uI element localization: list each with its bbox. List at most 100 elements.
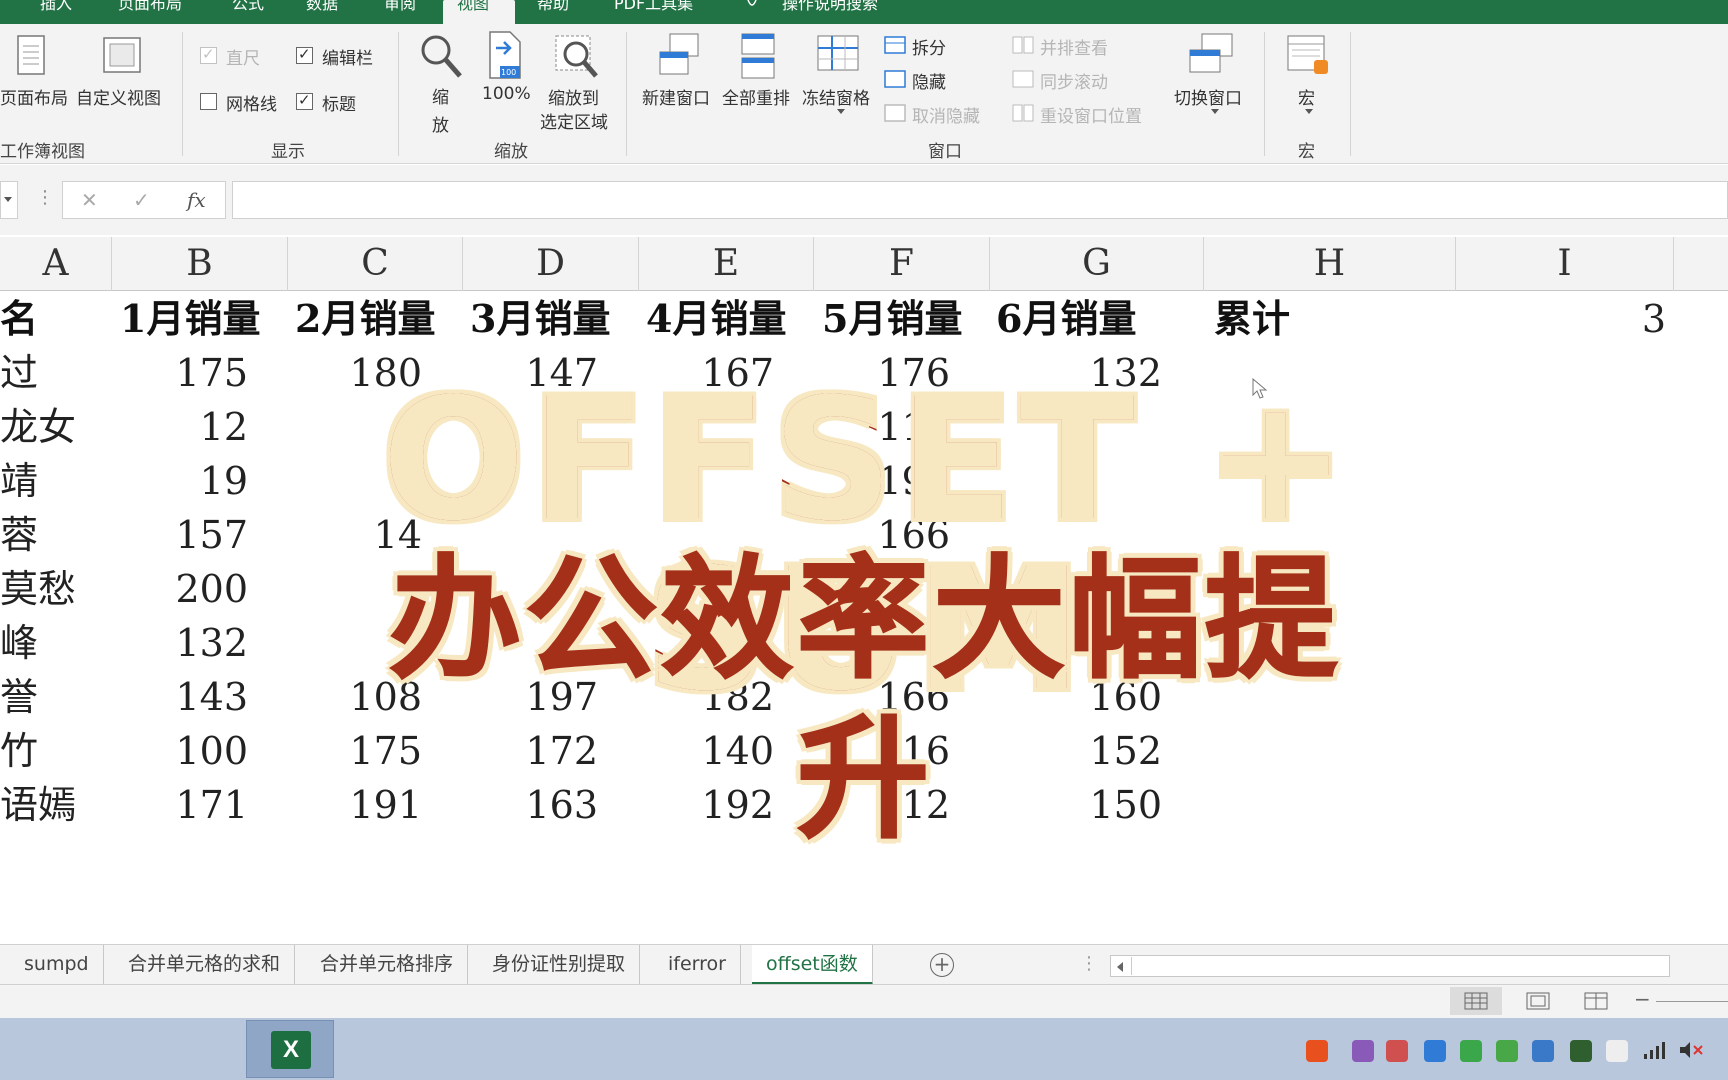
tell-me-search[interactable]: 操作说明搜索 <box>782 0 878 24</box>
switch-windows-button[interactable]: 切换窗口 <box>1174 84 1242 109</box>
horizontal-scrollbar[interactable] <box>1110 955 1670 977</box>
network-icon[interactable] <box>1642 1040 1666 1060</box>
ruler-checkbox[interactable] <box>200 45 217 64</box>
cell-name[interactable]: 竹 <box>0 724 38 778</box>
cell-value[interactable]: 200 <box>98 562 248 616</box>
cell-header-may[interactable]: 5月销量 <box>822 292 962 346</box>
tab-data[interactable]: 数据 <box>306 0 338 24</box>
tab-review[interactable]: 审阅 <box>384 0 416 24</box>
tray-app-icon[interactable] <box>1352 1040 1374 1062</box>
zoom-to-selection-label-1[interactable]: 缩放到 <box>548 84 599 109</box>
zoom-slider[interactable] <box>1656 1001 1728 1002</box>
cell-header-total[interactable]: 累计 <box>1214 292 1290 346</box>
scroll-left-icon[interactable] <box>1115 961 1125 973</box>
column-header-d[interactable]: D <box>463 237 639 291</box>
cell-header-mar[interactable]: 3月销量 <box>470 292 610 346</box>
cell-value[interactable]: 175 <box>272 724 422 778</box>
sheet-tab-merged-sum[interactable]: 合并单元格的求和 <box>114 945 296 985</box>
cell-name[interactable]: 语嫣 <box>0 778 76 832</box>
freeze-panes-button[interactable]: 冻结窗格 <box>802 84 870 109</box>
sheet-tab-merged-sort[interactable]: 合并单元格排序 <box>306 945 469 985</box>
cell-name[interactable]: 莫愁 <box>0 562 76 616</box>
cell-value[interactable]: 172 <box>448 724 598 778</box>
column-header-i[interactable]: I <box>1456 237 1674 291</box>
tab-help[interactable]: 帮助 <box>537 0 569 24</box>
sheet-tab-iferror[interactable]: iferror <box>654 945 741 985</box>
cell-value[interactable]: 191 <box>272 778 422 832</box>
nvidia-icon[interactable] <box>1570 1040 1592 1062</box>
tray-app-icon[interactable] <box>1532 1040 1554 1062</box>
cell-name[interactable]: 峰 <box>0 616 38 670</box>
cell-header-feb[interactable]: 2月销量 <box>295 292 435 346</box>
cell-header-apr[interactable]: 4月销量 <box>646 292 786 346</box>
cell-name[interactable]: 龙女 <box>0 400 76 454</box>
tray-shield-icon[interactable] <box>1424 1040 1446 1062</box>
reset-window-position-button[interactable]: 重设窗口位置 <box>1040 102 1142 127</box>
tray-plus-icon[interactable] <box>1460 1040 1482 1062</box>
cell-value[interactable]: 152 <box>1012 724 1162 778</box>
sheet-tab-id-gender[interactable]: 身份证性别提取 <box>478 945 641 985</box>
cell-value[interactable]: 175 <box>98 346 248 400</box>
cell-value[interactable]: 163 <box>448 778 598 832</box>
cell-value[interactable]: 132 <box>98 616 248 670</box>
custom-views-button[interactable]: 自定义视图 <box>76 84 161 109</box>
macros-button[interactable]: 宏 <box>1298 84 1315 109</box>
headings-checkbox[interactable] <box>296 91 313 110</box>
tab-page-layout[interactable]: 页面布局 <box>118 0 182 24</box>
cell-i1[interactable]: 3 <box>1456 292 1666 346</box>
cell-value[interactable]: 150 <box>1012 778 1162 832</box>
sync-scroll-button[interactable]: 同步滚动 <box>1040 68 1108 93</box>
arrange-all-button[interactable]: 全部重排 <box>722 84 790 109</box>
tab-pdf-tools[interactable]: PDF工具集 <box>614 0 693 24</box>
cell-name[interactable]: 过 <box>0 346 38 400</box>
sogou-input-icon[interactable] <box>1306 1040 1328 1062</box>
zoom-100-button[interactable]: 100% <box>482 84 531 104</box>
column-header-a[interactable]: A <box>0 237 112 291</box>
zoom-out-button[interactable]: − <box>1634 987 1651 1011</box>
drag-handle-icon[interactable]: ⋮ <box>36 187 54 208</box>
gridlines-checkbox[interactable] <box>200 93 217 110</box>
cell-header-name[interactable]: 名 <box>0 292 38 346</box>
clipboard-icon[interactable] <box>1606 1040 1628 1062</box>
cell-value[interactable]: 157 <box>98 508 248 562</box>
add-sheet-button[interactable]: + <box>930 953 954 977</box>
column-header-g[interactable]: G <box>990 237 1204 291</box>
cell-value[interactable]: 143 <box>98 670 248 724</box>
column-header-e[interactable]: E <box>639 237 814 291</box>
volume-muted-icon[interactable] <box>1678 1040 1704 1060</box>
formula-bar-checkbox[interactable] <box>296 45 313 64</box>
normal-view-button[interactable] <box>1450 987 1502 1015</box>
formula-input[interactable] <box>232 181 1728 219</box>
unhide-button[interactable]: 取消隐藏 <box>912 102 980 127</box>
sheet-tab-sumpd[interactable]: sumpd <box>10 945 104 985</box>
cell-value[interactable]: 12 <box>98 400 248 454</box>
zoom-button[interactable]: 缩放 <box>432 84 454 140</box>
cell-value[interactable]: 140 <box>624 724 774 778</box>
taskbar-excel-button[interactable]: X <box>246 1020 334 1078</box>
cell-header-jan[interactable]: 1月销量 <box>120 292 260 346</box>
column-header-f[interactable]: F <box>814 237 990 291</box>
cell-value[interactable]: 19 <box>98 454 248 508</box>
cell-name[interactable]: 蓉 <box>0 508 38 562</box>
cell-header-jun[interactable]: 6月销量 <box>996 292 1136 346</box>
split-button[interactable]: 拆分 <box>912 34 946 59</box>
enter-button[interactable]: ✓ <box>133 188 150 212</box>
cell-value[interactable]: 171 <box>98 778 248 832</box>
sheet-tab-offset[interactable]: offset函数 <box>752 945 873 985</box>
new-window-button[interactable]: 新建窗口 <box>642 84 710 109</box>
cell-value[interactable]: 192 <box>624 778 774 832</box>
tab-insert[interactable]: 插入 <box>40 0 72 24</box>
zoom-to-selection-label-2[interactable]: 选定区域 <box>540 108 608 133</box>
column-header-c[interactable]: C <box>288 237 463 291</box>
tab-formulas[interactable]: 公式 <box>232 0 264 24</box>
cell-name[interactable]: 誉 <box>0 670 38 724</box>
tray-app-icon[interactable] <box>1386 1040 1408 1062</box>
view-side-by-side-button[interactable]: 并排查看 <box>1040 34 1108 59</box>
cell-value[interactable]: 100 <box>98 724 248 778</box>
page-layout-view-icon[interactable] <box>1526 992 1550 1010</box>
drag-handle-icon[interactable]: ⋮ <box>1080 953 1098 974</box>
tray-security-icon[interactable] <box>1496 1040 1518 1062</box>
cancel-button[interactable]: ✕ <box>81 188 98 212</box>
tab-view[interactable]: 视图 <box>443 0 515 24</box>
page-layout-button[interactable]: 页面布局 <box>0 84 68 109</box>
